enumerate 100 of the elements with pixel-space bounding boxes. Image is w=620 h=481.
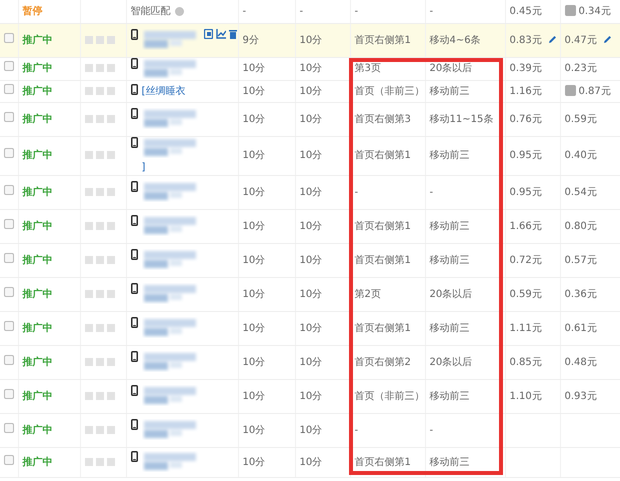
quality-squares-icon [84, 426, 114, 434]
rank-text: - [430, 186, 434, 198]
rank-text: 首页右侧第1 [354, 150, 411, 161]
price-text: 0.93元 [564, 390, 597, 402]
rank-text: - [354, 424, 358, 436]
rank-text: 20条以后 [430, 288, 472, 300]
rank-text: 移动前三 [430, 220, 470, 232]
checkbox[interactable] [4, 84, 14, 94]
price-text: 0.54元 [564, 186, 597, 198]
rank-text: - [430, 424, 434, 436]
phone-icon [130, 451, 138, 462]
checkbox[interactable] [4, 32, 14, 42]
score-text: 10分 [300, 220, 322, 232]
pencil-icon[interactable] [602, 35, 612, 44]
copy-icon[interactable] [204, 29, 212, 39]
status-label: 推广中 [22, 424, 52, 436]
score-text: 10分 [242, 390, 266, 402]
price-text: 0.95元 [510, 150, 542, 161]
score-text: 10分 [242, 356, 266, 368]
quality-squares-icon [84, 324, 114, 332]
rank-text: 首页（非前三） [354, 86, 424, 96]
trash-icon[interactable] [228, 29, 236, 39]
rank-text: 移动前三 [430, 254, 470, 266]
score-text: 10分 [300, 150, 322, 161]
score-text: 10分 [300, 186, 322, 198]
price-text: 0.87元 [578, 86, 611, 96]
price-text: 1.16元 [510, 86, 542, 96]
status-label: 推广中 [22, 356, 52, 368]
score-text: 10分 [300, 34, 322, 46]
phone-icon [130, 317, 138, 328]
price-text: 1.66元 [510, 220, 542, 232]
quality-squares-icon [84, 290, 114, 298]
price-text: 0.36元 [564, 288, 597, 300]
checkbox[interactable] [4, 454, 14, 464]
phone-icon [130, 351, 138, 362]
rank-text: 移动前三 [430, 390, 470, 402]
rank-text: 移动前三 [430, 322, 470, 334]
rank-text: 移动前三 [430, 456, 470, 468]
checkbox[interactable] [4, 252, 14, 262]
quality-squares-icon [84, 222, 114, 230]
phone-icon [130, 84, 138, 94]
quality-squares-icon [84, 36, 114, 44]
checkbox[interactable] [4, 61, 14, 71]
checkbox[interactable] [4, 286, 14, 296]
status-label: 推广中 [22, 254, 52, 266]
status-label: 推广中 [22, 322, 52, 334]
price-text: 0.34元 [578, 6, 611, 17]
status-label: 推广中 [22, 390, 52, 402]
checkbox[interactable] [4, 388, 14, 398]
quality-squares-icon [84, 114, 114, 123]
checkbox[interactable] [4, 218, 14, 228]
chart-icon[interactable] [216, 29, 226, 39]
price-text: 1.10元 [510, 390, 542, 402]
checkbox[interactable] [4, 184, 14, 194]
checkbox[interactable] [4, 148, 14, 158]
rank-text: 首页右侧第3 [354, 114, 411, 124]
rank-text: 首页右侧第1 [354, 456, 411, 468]
score-text: - [300, 6, 304, 17]
quality-squares-icon [84, 392, 114, 400]
price-text: 0.59元 [510, 288, 542, 300]
quality-squares-icon [84, 358, 114, 366]
rank-text: 首页右侧第1 [354, 34, 411, 46]
status-label: 推广中 [22, 34, 52, 46]
checkbox[interactable] [4, 422, 14, 432]
price-text: 0.47元 [564, 34, 597, 46]
keyword-link[interactable]: ] [142, 160, 200, 174]
rank-text: 移动4~6条 [430, 34, 481, 46]
score-text: 10分 [300, 456, 322, 468]
status-label: 推广中 [22, 288, 52, 300]
status-label: 推广中 [22, 150, 52, 161]
checkbox[interactable] [4, 354, 14, 364]
rank-text: - [354, 6, 358, 17]
score-text: - [242, 6, 246, 17]
score-text: 10分 [300, 390, 322, 402]
score-text: 9分 [242, 34, 259, 46]
score-text: 10分 [300, 254, 322, 266]
rank-text: 20条以后 [430, 63, 472, 74]
status-label: 推广中 [22, 63, 52, 74]
score-text: 10分 [242, 150, 266, 161]
price-text: 1.11元 [510, 322, 542, 334]
phone-icon [130, 215, 138, 226]
checkbox[interactable] [4, 320, 14, 330]
pencil-icon[interactable] [548, 35, 557, 44]
checkbox[interactable] [4, 112, 14, 122]
score-text: 10分 [242, 254, 266, 266]
price-text: 0.61元 [564, 322, 597, 334]
quality-squares-icon [84, 458, 114, 466]
score-text: 10分 [242, 424, 266, 436]
price-text: 0.40元 [564, 150, 597, 161]
quality-squares-icon [84, 151, 114, 160]
rank-text: 移动前三 [430, 86, 470, 96]
status-label: 推广中 [22, 220, 52, 232]
keyword-link[interactable]: [丝绸睡衣 [142, 84, 186, 98]
score-text: 10分 [242, 322, 266, 334]
rank-text: - [430, 6, 434, 17]
quality-squares-icon [84, 188, 114, 196]
score-text: 10分 [300, 356, 322, 368]
phone-icon [130, 181, 138, 192]
score-text: 10分 [300, 63, 322, 74]
price-text: 0.72元 [510, 254, 542, 266]
